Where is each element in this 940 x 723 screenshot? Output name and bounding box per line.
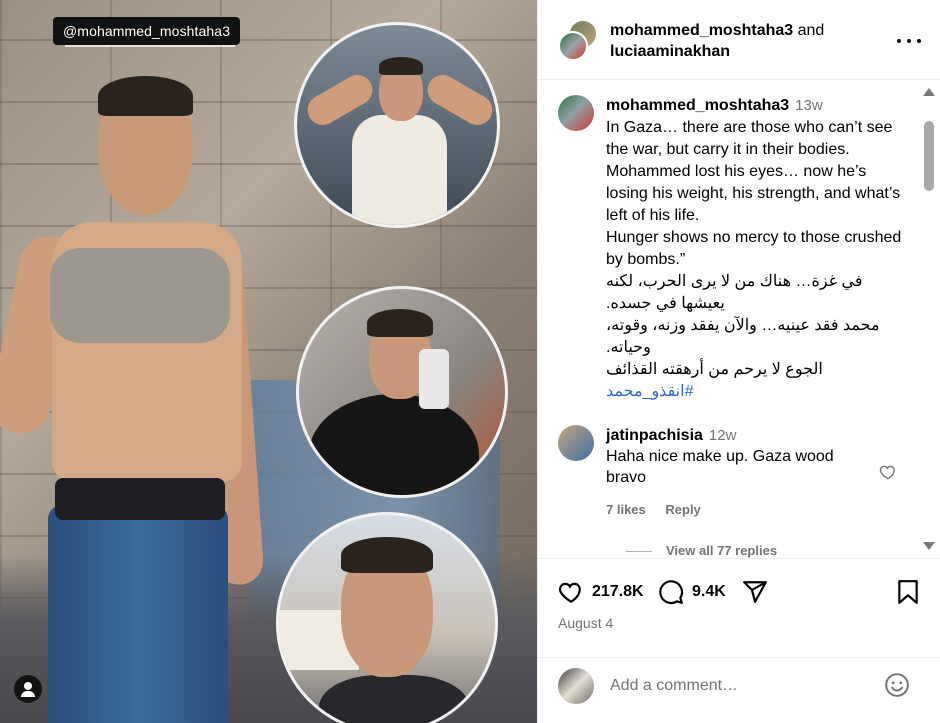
caption-text: In Gaza… there are those who can’t see t… xyxy=(606,119,902,268)
more-options-button[interactable] xyxy=(897,29,921,53)
avatar[interactable] xyxy=(558,425,594,461)
comment-text: Haha nice make up. Gaza wood bravo xyxy=(606,448,834,486)
comment-likes-count[interactable]: 7 likes xyxy=(606,502,646,517)
collab-avatars[interactable] xyxy=(558,19,598,61)
comment-username-link[interactable]: jatinpachisia xyxy=(606,427,703,444)
scroll-down-arrow-icon[interactable] xyxy=(923,542,935,550)
caption-arabic-text: في غزة… هناك من لا يرى الحرب، لكنه يعيشه… xyxy=(606,273,880,378)
post-sidebar: mohammed_moshtaha3 and luciaaminakhan mo… xyxy=(537,0,940,723)
share-button[interactable] xyxy=(742,579,768,605)
scrollbar[interactable] xyxy=(922,85,935,553)
comment-input[interactable] xyxy=(610,672,870,700)
reply-button[interactable]: Reply xyxy=(665,502,700,517)
avatar[interactable] xyxy=(558,95,594,131)
collaborator-username-link[interactable]: luciaaminakhan xyxy=(610,43,730,60)
inset-photo-selfie xyxy=(296,286,508,498)
action-bar: 217.8K 9.4K August 4 xyxy=(538,558,940,658)
and-text: and xyxy=(797,22,825,39)
comments-scroll-area[interactable]: mohammed_moshtaha3 13w In Gaza… there are… xyxy=(538,81,940,558)
watermark-underline xyxy=(65,45,235,47)
post-header: mohammed_moshtaha3 and luciaaminakhan xyxy=(538,0,940,80)
collab-names: mohammed_moshtaha3 and luciaaminakhan xyxy=(610,20,824,62)
scrollbar-thumb[interactable] xyxy=(924,121,934,191)
inset-photo-before xyxy=(294,22,500,228)
hashtag-link[interactable]: #انقذو_محمد xyxy=(606,381,906,403)
comment-bubble-icon xyxy=(659,580,684,605)
like-button[interactable]: 217.8K xyxy=(558,579,644,605)
person-icon xyxy=(24,682,32,690)
avatar[interactable] xyxy=(558,31,588,61)
paper-plane-icon xyxy=(743,581,767,603)
scroll-up-arrow-icon[interactable] xyxy=(923,88,935,96)
save-button[interactable] xyxy=(895,579,921,605)
avatar xyxy=(558,668,594,704)
heart-icon xyxy=(558,582,581,604)
post-date[interactable]: August 4 xyxy=(558,615,613,631)
comment-button[interactable]: 9.4K xyxy=(658,579,726,605)
inset-photo-injured xyxy=(276,512,498,723)
tagged-users-button[interactable] xyxy=(14,675,42,703)
author-username-link[interactable]: mohammed_moshtaha3 xyxy=(610,22,793,39)
caption-username-link[interactable]: mohammed_moshtaha3 xyxy=(606,97,789,114)
ellipsis-icon xyxy=(897,39,901,43)
view-replies-button[interactable]: View all 77 replies xyxy=(626,543,777,558)
bookmark-icon xyxy=(898,580,918,604)
caption-age[interactable]: 13w xyxy=(795,97,823,114)
add-comment-bar xyxy=(538,658,940,723)
username-watermark: @mohammed_moshtaha3 xyxy=(53,17,241,45)
comment-age[interactable]: 12w xyxy=(709,427,737,444)
comments-count[interactable]: 9.4K xyxy=(692,583,726,601)
post-image[interactable]: @mohammed_moshtaha3 xyxy=(0,0,537,723)
smiley-icon[interactable] xyxy=(884,672,910,698)
likes-count[interactable]: 217.8K xyxy=(592,583,644,601)
comment-like-icon[interactable] xyxy=(879,463,897,481)
